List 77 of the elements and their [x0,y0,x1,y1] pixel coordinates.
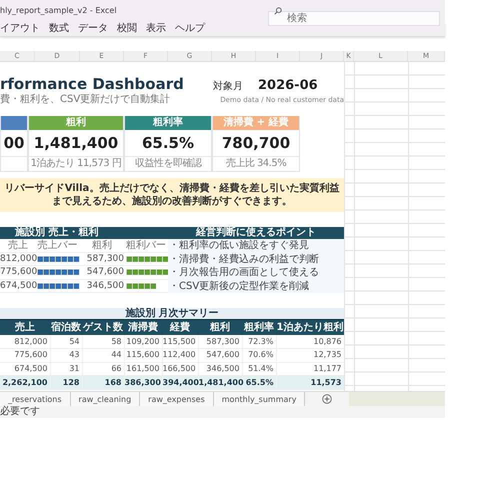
menu-tab[interactable]: イアウト [0,24,40,34]
window-title: hly_report_sample_v2 - Excel [0,5,117,17]
table-cell-text: 346,500 [86,280,124,292]
column-heading: 粗利 [198,320,242,335]
table-cell: 70.6% [242,348,276,362]
point-text: ・清掃費・経費込みの利益で判断 [168,252,320,266]
kpi-value: 1,481,400 [29,130,123,157]
sheet-tab[interactable]: monthly_summary [214,392,306,406]
column-heading: 売上 [0,320,50,335]
kpi-label: 粗利 [29,116,123,130]
table-cell: 115,500 [162,335,198,348]
column-heading: ゲスト数 [82,320,124,335]
table-cell: 54 [50,335,82,348]
total-cell: 1,481,400 [198,376,242,390]
column-heading: 1泊あたり粗利 [276,320,344,335]
table-cell: 674,500 [0,280,35,292]
menu-tab[interactable]: ヘルプ [175,24,205,34]
dashboard-title: rformance Dashboard [0,77,185,92]
kpi-label: 清掃費 + 経費 [213,116,299,130]
section-title: 経営判断に使えるポイント [194,227,317,239]
table-cell: 587,300 [198,335,242,348]
menu-tab[interactable]: 校閲 [117,24,137,34]
table-cell: 43 [50,348,82,362]
sheet-tab[interactable]: _reservations [0,392,71,406]
kpi-value: 00 [1,130,27,157]
kpi-label: 粗利率 [125,116,211,130]
total-cell: 65.5% [242,376,276,390]
column-heading: 売上 [7,239,29,252]
table-cell: 115,600 [124,348,162,362]
table-cell: 112,400 [162,348,198,362]
month-label: 対象月 [213,82,244,92]
search-field[interactable]: 検索 [268,10,440,26]
table-cell: 109,200 [124,335,162,348]
table-cell: 812,000 [0,335,50,348]
summary-title: 施設別 月次サマリー [0,308,344,319]
table-cell-text: 547,600 [86,266,124,278]
total-cell: 168 [82,376,124,390]
kpi-value: 65.5% [125,130,211,157]
point-text: ・CSV更新後の定型作業を削減 [168,280,310,293]
menu-tab[interactable]: データ [78,24,108,34]
total-cell: 128 [50,376,82,390]
subtitle: 費・粗利を、CSV更新だけで自動集計 [0,95,170,105]
kpi-subtext: 売上比 34.5% [224,157,288,171]
total-cell: 394,400 [162,376,198,390]
highlight-banner: リバーサイドVilla。売上だけでなく、清掃費・経費を差し引いた実質利益まで見えるため、施設別の改善判断がすぐできます。 [0,178,344,212]
table-cell: 44 [82,348,124,362]
point-text: ・月次報告用の画面として使える [168,266,320,280]
column-heading: 粗利率 [242,320,276,335]
column-heading: 経費 [162,320,198,335]
point-text: ・粗利率の低い施設をすぐ発見 [168,239,310,252]
table-cell: 12,735 [276,348,344,362]
kpi-subtext: 1泊あたり 11,573 円 [30,157,122,171]
month-value: 2026-06 [258,79,318,92]
table-cell: 775,600 [0,266,35,278]
column-heading: 売上バー [36,239,78,252]
column-heading: 清掃費 [124,320,162,335]
column-heading: 粗利バー [125,239,167,252]
table-cell: 72.3% [242,335,276,348]
column-heading: 宿泊数 [50,320,82,335]
table-cell: 547,600 [198,348,242,362]
table-cell: 812,000 [0,252,35,265]
column-heading: 粗利 [91,239,113,252]
total-cell: 11,573 [276,376,344,390]
menu-tab[interactable]: 数式 [49,24,69,34]
kpi-subtext: 収益性を即確認 [134,157,203,171]
kpi-value: 780,700 [213,130,299,157]
status-text: 必要です [0,406,445,418]
total-cell: 2,262,100 [0,376,50,390]
table-cell: 58 [82,335,124,348]
table-cell: 10,876 [276,335,344,348]
sheet-tab[interactable]: raw_expenses [140,392,214,406]
total-cell: 386,300 [124,376,162,390]
menu-tab[interactable]: 表示 [146,24,166,34]
table-cell: 775,600 [0,348,50,362]
table-cell-text: 587,300 [86,252,124,265]
section-title: 施設別 売上・粗利 [14,227,100,239]
sheet-tab[interactable]: raw_cleaning [70,392,140,406]
